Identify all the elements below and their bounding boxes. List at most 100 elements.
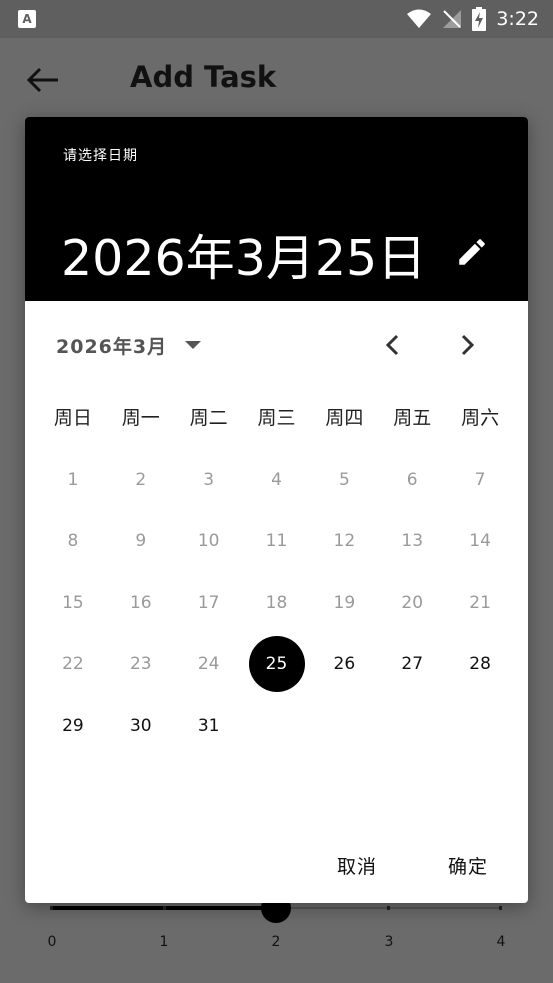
calendar-day-cell: 23: [107, 634, 175, 696]
calendar-day-cell: 11: [243, 511, 311, 573]
slider-label: 4: [496, 934, 506, 950]
weekday-header-row: 周日 周一 周二 周三 周四 周五 周六: [39, 403, 514, 433]
calendar-day[interactable]: 30: [113, 698, 169, 754]
calendar-day-cell: 12: [310, 511, 378, 573]
calendar-day: 21: [469, 592, 491, 613]
calendar-day[interactable]: 28: [452, 636, 508, 692]
calendar-week-row: 15 16 17 18 19 20 21: [39, 572, 514, 634]
slider-tick: [499, 906, 502, 910]
calendar-day-cell: 22: [39, 634, 107, 696]
calendar-day: 11: [265, 531, 288, 552]
month-year-label: 2026年3月: [56, 335, 168, 358]
calendar-day-cell: 31: [175, 695, 243, 757]
dropdown-arrow-icon: [185, 341, 202, 349]
app-header: Add Task: [0, 38, 553, 122]
calendar-day-cell: [243, 695, 311, 757]
slider-label: 1: [159, 934, 169, 950]
calendar-day-cell: 29: [39, 695, 107, 757]
calendar-day-cell: 25: [243, 634, 311, 696]
calendar-day-cell: 2: [107, 449, 175, 511]
back-arrow-icon[interactable]: [26, 64, 60, 96]
calendar-day-cell: 9: [107, 511, 175, 573]
slider-label: 3: [384, 934, 394, 950]
calendar-day: 3: [203, 469, 215, 490]
calendar-day: 19: [333, 592, 356, 613]
calendar-day-grid: 1 2 3 4 5 6 7 8 9 10 11 12 13 14 15 16 17 18 19 20 21 22 23 24 2…: [39, 449, 514, 757]
weekday-label: 周五: [393, 407, 432, 429]
calendar-day-cell: 21: [446, 572, 514, 634]
calendar-day: 23: [129, 654, 152, 675]
status-time: 3:22: [496, 8, 539, 30]
next-month-chevron-icon[interactable]: [455, 331, 479, 359]
calendar-week-row: 1 2 3 4 5 6 7: [39, 449, 514, 511]
calendar-day-cell: 3: [175, 449, 243, 511]
calendar-week-row: 8 9 10 11 12 13 14: [39, 511, 514, 573]
calendar-day-cell: 1: [39, 449, 107, 511]
calendar-day-cell: [446, 695, 514, 757]
confirm-button[interactable]: 确定: [438, 847, 498, 883]
calendar-day-cell: 30: [107, 695, 175, 757]
calendar-day: 8: [67, 531, 79, 552]
calendar-day: 17: [197, 592, 220, 613]
edit-pencil-icon[interactable]: [455, 235, 489, 269]
calendar-day-cell: 17: [175, 572, 243, 634]
calendar-day: 20: [401, 592, 424, 613]
prev-month-chevron-icon[interactable]: [381, 331, 405, 359]
calendar-day-cell: 8: [39, 511, 107, 573]
calendar-day: 13: [401, 531, 424, 552]
calendar-day-cell: 16: [107, 572, 175, 634]
calendar-day: 12: [333, 531, 356, 552]
calendar-day-cell: [378, 695, 446, 757]
weekday-label: 周六: [461, 407, 500, 429]
wifi-icon: [407, 9, 432, 28]
calendar-day-cell: 26: [310, 634, 378, 696]
app-notification-icon: A: [18, 10, 36, 28]
calendar-day: 10: [197, 531, 220, 552]
weekday-label: 周一: [121, 407, 160, 429]
month-year-selector[interactable]: 2026年3月: [56, 331, 202, 359]
calendar-day-cell: 28: [446, 634, 514, 696]
calendar-day[interactable]: 31: [181, 698, 237, 754]
calendar-day: 4: [271, 469, 282, 490]
calendar-day[interactable]: 29: [45, 698, 101, 754]
calendar-day-cell: 13: [378, 511, 446, 573]
calendar-day-cell: 6: [378, 449, 446, 511]
dialog-header: 请选择日期 2026年3月25日: [25, 117, 528, 301]
weekday-label: 周三: [257, 407, 296, 429]
selected-date-display: 2026年3月25日: [61, 230, 427, 287]
calendar-day-cell: 15: [39, 572, 107, 634]
battery-charging-icon: [472, 7, 487, 31]
slider-label: 2: [271, 934, 281, 950]
status-bar: A 3:22: [0, 0, 553, 38]
calendar-day: 1: [67, 469, 79, 490]
calendar-day: 2: [135, 469, 147, 490]
calendar-day: 5: [338, 469, 350, 490]
calendar-day[interactable]: 27: [384, 636, 440, 692]
dialog-prompt: 请选择日期: [63, 148, 138, 164]
priority-slider[interactable]: 0 1 2 3 4: [0, 890, 553, 980]
slider-tick: [387, 906, 390, 910]
calendar-day: 9: [135, 531, 147, 552]
calendar-day: 24: [197, 654, 220, 675]
calendar-day-cell: 7: [446, 449, 514, 511]
selected-day[interactable]: 25: [248, 636, 305, 693]
calendar-day: 15: [62, 592, 84, 613]
date-picker-dialog: 请选择日期 2026年3月25日 2026年3月 周日 周一 周二 周三 周四 周五 周六 …: [25, 117, 528, 903]
calendar-day: 18: [265, 592, 288, 613]
slider-tick: [163, 906, 166, 910]
calendar-day: 14: [469, 531, 491, 552]
weekday-label: 周四: [325, 407, 364, 429]
no-signal-icon: [443, 10, 462, 28]
slider-label: 0: [47, 934, 57, 950]
page-title: Add Task: [130, 60, 277, 94]
calendar-day-cell: 5: [310, 449, 378, 511]
calendar-day[interactable]: 26: [316, 636, 372, 692]
calendar-day-cell: 14: [446, 511, 514, 573]
calendar-day: 7: [474, 469, 486, 490]
slider-tick: [50, 906, 53, 910]
calendar-day: 6: [406, 469, 418, 490]
calendar-day-cell: 10: [175, 511, 243, 573]
cancel-button[interactable]: 取消: [327, 847, 387, 883]
weekday-label: 周二: [189, 407, 228, 429]
status-icons: 3:22: [406, 7, 539, 31]
